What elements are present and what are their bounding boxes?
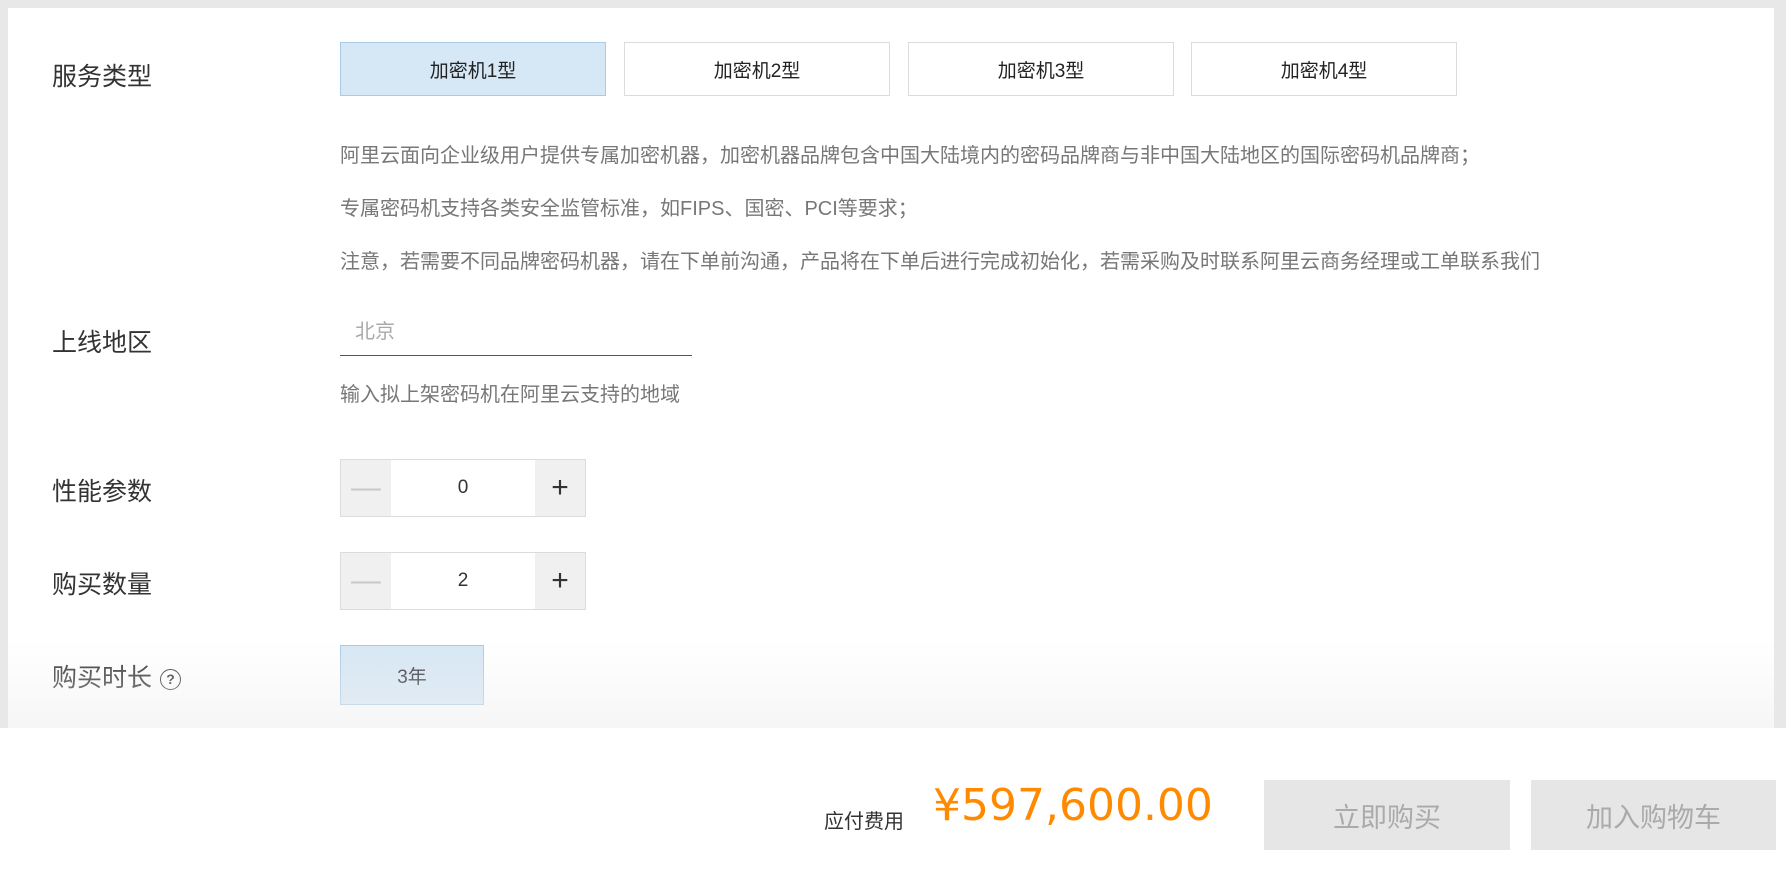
region-hint: 输入拟上架密码机在阿里云支持的地域 [340,384,680,406]
duration-label: 购买时长 [52,664,153,692]
service-description-2: 专属密码机支持各类安全监管标准，如FIPS、国密、PCI等要求； [340,198,918,220]
buy-now-button[interactable]: 立即购买 [1264,780,1510,850]
service-description-3: 注意，若需要不同品牌密码机器，请在下单前沟通，产品将在下单后进行完成初始化，若需… [340,251,1540,273]
region-input[interactable] [340,310,692,356]
purchase-page: 服务类型 加密机1型 加密机2型 加密机3型 加密机4型 阿里云面向企业级用户提… [0,0,1786,885]
config-card [8,8,1774,728]
add-to-cart-button[interactable]: 加入购物车 [1531,780,1776,850]
performance-value[interactable]: 0 [391,460,535,516]
performance-stepper: — 0 + [340,459,586,517]
service-description-1: 阿里云面向企业级用户提供专属加密机器，加密机器品牌包含中国大陆境内的密码品牌商与… [340,145,1480,167]
price-amount: ¥597,600.00 [933,780,1213,831]
quantity-value[interactable]: 2 [391,553,535,609]
service-type-option-4[interactable]: 加密机4型 [1191,42,1457,96]
duration-label-row: 购买时长? [52,663,182,693]
price-label: 应付费用 [824,811,904,833]
help-icon[interactable]: ? [160,668,182,690]
performance-decrement-button[interactable]: — [341,460,391,516]
quantity-increment-button[interactable]: + [535,553,585,609]
quantity-label: 购买数量 [52,571,153,599]
service-type-option-1[interactable]: 加密机1型 [340,42,606,96]
service-type-option-3[interactable]: 加密机3型 [908,42,1174,96]
quantity-stepper: — 2 + [340,552,586,610]
duration-option-3-years[interactable]: 3年 [340,645,484,705]
performance-increment-button[interactable]: + [535,460,585,516]
quantity-decrement-button[interactable]: — [341,553,391,609]
region-label: 上线地区 [52,329,153,357]
service-type-option-2[interactable]: 加密机2型 [624,42,890,96]
service-type-label: 服务类型 [52,63,153,91]
performance-label: 性能参数 [52,478,153,506]
